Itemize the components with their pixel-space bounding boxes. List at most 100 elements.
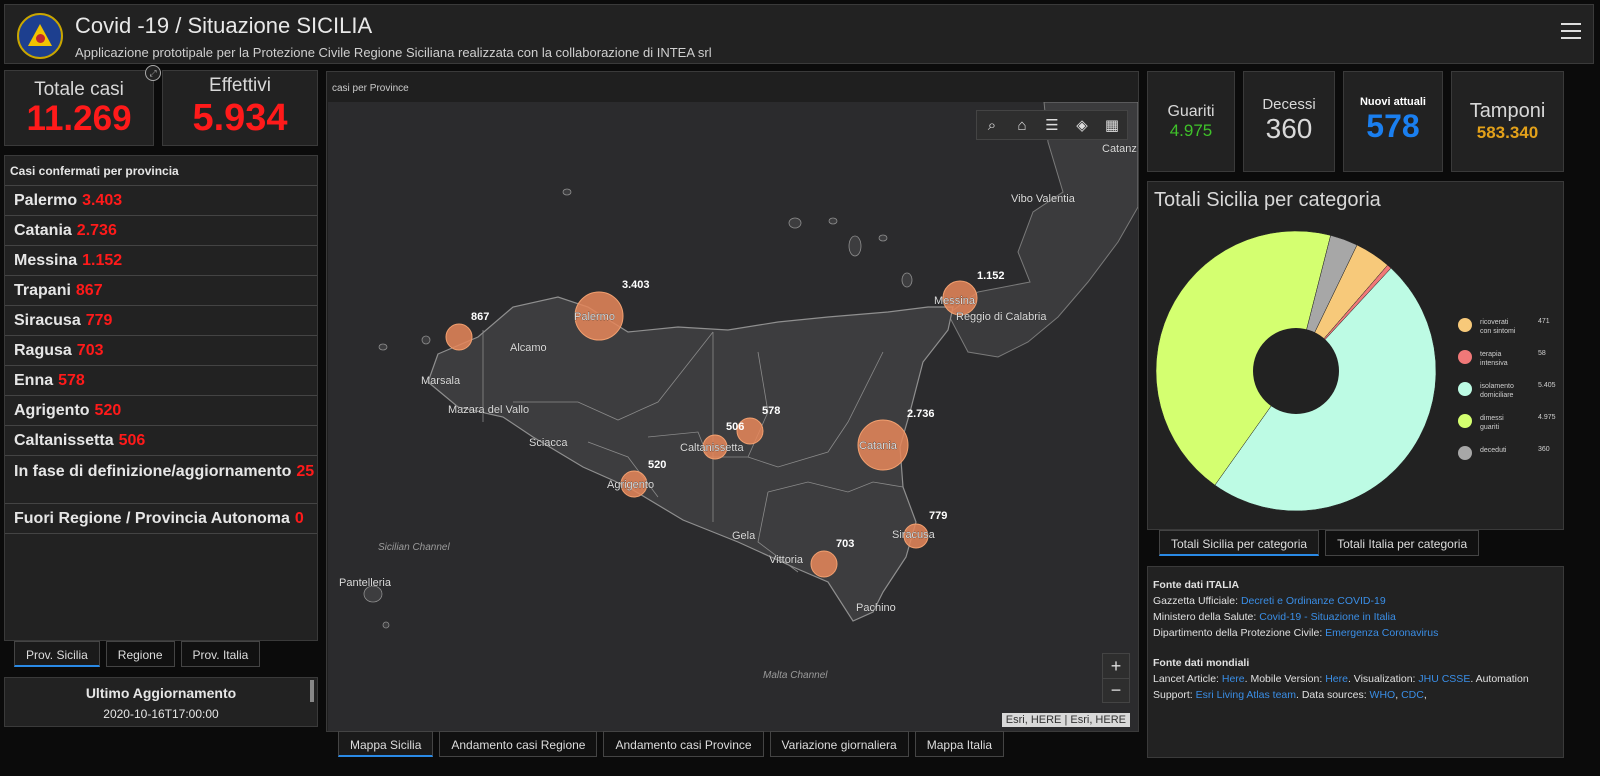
map-panel: casi per Province Catanz Vibo Valentia R…	[326, 71, 1139, 732]
kpi-value: 11.269	[26, 99, 132, 138]
protezione-civile-logo	[17, 13, 63, 59]
source-ministero: Ministero della Salute: Covid-19 - Situa…	[1153, 611, 1396, 623]
link-who[interactable]: WHO	[1370, 689, 1396, 701]
legend-item[interactable]: terapia intensiva 58	[1458, 350, 1563, 368]
label-caltanissetta: Caltanissetta	[680, 442, 744, 454]
list-item[interactable]: Catania 2.736	[5, 216, 317, 246]
list-item[interactable]: Fuori Regione / Provincia Autonoma 0	[5, 504, 317, 534]
app-header: Covid -19 / Situazione SICILIA Applicazi…	[4, 4, 1594, 64]
pie-chart	[1155, 230, 1437, 512]
list-item[interactable]: Palermo 3.403	[5, 186, 317, 216]
list-item[interactable]: Enna 578	[5, 366, 317, 396]
label-marsala: Marsala	[421, 375, 461, 387]
legend-label: ricoverati con sintomi	[1480, 319, 1516, 335]
kpi-label: Nuovi attuali	[1359, 96, 1426, 108]
zoom-in-button[interactable]: +	[1103, 654, 1129, 678]
link-cdc[interactable]: CDC	[1401, 689, 1424, 701]
label-sciacca: Sciacca	[529, 437, 568, 449]
link-jhu[interactable]: JHU CSSE	[1418, 673, 1470, 685]
last-update-value: 2020-10-16T17:00:00	[103, 707, 219, 721]
chart-tabs: Totali Sicilia per categoria Totali Ital…	[1159, 530, 1480, 556]
legend-item[interactable]: dimessi guariti 4.975	[1458, 414, 1563, 432]
value-agrigento: 520	[648, 459, 666, 471]
list-item[interactable]: Siracusa 779	[5, 306, 317, 336]
zoom-out-button[interactable]: −	[1103, 678, 1129, 702]
tab-regione[interactable]: Regione	[105, 641, 175, 667]
value-caltanissetta: 506	[726, 421, 744, 433]
chart-legend: ricoverati con sintomi 471 terapia intensiva…	[1458, 318, 1563, 474]
chart-title: Totali Sicilia per categoria	[1154, 189, 1381, 211]
sicily-map: Catanz Vibo Valentia Reggio di Calabria …	[339, 102, 1138, 681]
legend-swatch	[1458, 414, 1472, 428]
sources-italia-title: Fonte dati ITALIA	[1153, 579, 1240, 591]
source-world-text: Lancet Article: Here. Mobile Version: He…	[1153, 673, 1529, 701]
value-ragusa: 703	[836, 538, 854, 550]
home-icon[interactable]: ⌂	[1007, 111, 1037, 139]
app-title: Covid -19 / Situazione SICILIA	[75, 13, 373, 38]
link-emergenza[interactable]: Emergenza Coronavirus	[1325, 627, 1438, 639]
bubble-trapani	[445, 323, 473, 351]
list-item[interactable]: Messina 1.152	[5, 246, 317, 276]
search-icon[interactable]: ⌕	[977, 111, 1007, 139]
legend-value: 5.405	[1538, 382, 1556, 389]
bubble-ragusa	[810, 550, 838, 578]
app-subtitle: Applicazione prototipale per la Protezio…	[75, 45, 712, 60]
tab-totali-sicilia[interactable]: Totali Sicilia per categoria	[1159, 530, 1320, 556]
label-gela: Gela	[732, 530, 756, 542]
legend-label: dimessi guariti	[1480, 415, 1504, 431]
list-item[interactable]: In fase di definizione/aggiornamento 25	[5, 456, 317, 504]
list-item[interactable]: Trapani 867	[5, 276, 317, 306]
legend-value: 4.975	[1538, 414, 1556, 421]
province-list-title: Casi confermati per provincia	[5, 156, 317, 186]
label-sicilian-channel: Sicilian Channel	[378, 542, 450, 553]
map-tabs: Mappa Sicilia Andamento casi Regione And…	[338, 731, 1005, 757]
value-trapani: 867	[471, 311, 489, 323]
link-mobile[interactable]: Here	[1325, 673, 1348, 685]
legend-list-icon[interactable]: ☰	[1037, 111, 1067, 139]
legend-item[interactable]: deceduti 360	[1458, 446, 1563, 460]
last-update-panel: Ultimo Aggiornamento 2020-10-16T17:00:00	[4, 677, 318, 727]
kpi-label: Guariti	[1167, 103, 1215, 120]
label-alcamo: Alcamo	[510, 342, 547, 354]
label-siracusa: Siracusa	[892, 529, 936, 541]
tab-mappa-italia[interactable]: Mappa Italia	[914, 731, 1005, 757]
qr-code-icon[interactable]: ▦	[1097, 111, 1127, 139]
label-pachino: Pachino	[856, 602, 896, 614]
legend-label: isolamento domiciliare	[1480, 383, 1514, 399]
map-view[interactable]: Catanz Vibo Valentia Reggio di Calabria …	[328, 102, 1138, 731]
list-item[interactable]: Ragusa 703	[5, 336, 317, 366]
legend-item[interactable]: ricoverati con sintomi 471	[1458, 318, 1563, 336]
link-lancet[interactable]: Here	[1222, 673, 1245, 685]
legend-value: 58	[1538, 350, 1546, 357]
label-palermo: Palermo	[574, 311, 615, 323]
tab-andamento-regione[interactable]: Andamento casi Regione	[439, 731, 598, 757]
legend-swatch	[1458, 318, 1472, 332]
link-esri[interactable]: Esri Living Atlas team	[1196, 689, 1296, 701]
kpi-effettivi: Effettivi 5.934	[162, 70, 318, 146]
tab-prov-sicilia[interactable]: Prov. Sicilia	[14, 641, 100, 667]
hamburger-menu-icon[interactable]	[1561, 23, 1581, 43]
tab-prov-italia[interactable]: Prov. Italia	[180, 641, 261, 667]
label-catania: Catania	[859, 440, 898, 452]
expand-icon[interactable]: ⤢	[145, 65, 161, 81]
kpi-decessi: Decessi 360	[1243, 71, 1335, 172]
kpi-value: 583.340	[1476, 123, 1539, 142]
link-ministero[interactable]: Covid-19 - Situazione in Italia	[1259, 611, 1396, 623]
kpi-value: 578	[1366, 108, 1420, 144]
list-item[interactable]: Caltanissetta 506	[5, 426, 317, 456]
legend-swatch	[1458, 350, 1472, 364]
tab-variazione-giornaliera[interactable]: Variazione giornaliera	[769, 731, 909, 757]
kpi-value: 4.975	[1169, 121, 1213, 140]
tab-totali-italia[interactable]: Totali Italia per categoria	[1325, 530, 1480, 556]
layers-icon[interactable]: ◈	[1067, 111, 1097, 139]
scrollbar[interactable]	[310, 680, 314, 702]
value-enna: 578	[762, 405, 780, 417]
legend-value: 471	[1538, 318, 1550, 325]
tab-mappa-sicilia[interactable]: Mappa Sicilia	[338, 731, 434, 757]
link-decreti[interactable]: Decreti e Ordinanze COVID-19	[1241, 595, 1386, 607]
tab-andamento-province[interactable]: Andamento casi Province	[603, 731, 764, 757]
province-tabs: Prov. Sicilia Regione Prov. Italia	[14, 641, 261, 667]
map-attribution: Esri, HERE | Esri, HERE	[1001, 713, 1130, 727]
legend-item[interactable]: isolamento domiciliare 5.405	[1458, 382, 1563, 400]
list-item[interactable]: Agrigento 520	[5, 396, 317, 426]
